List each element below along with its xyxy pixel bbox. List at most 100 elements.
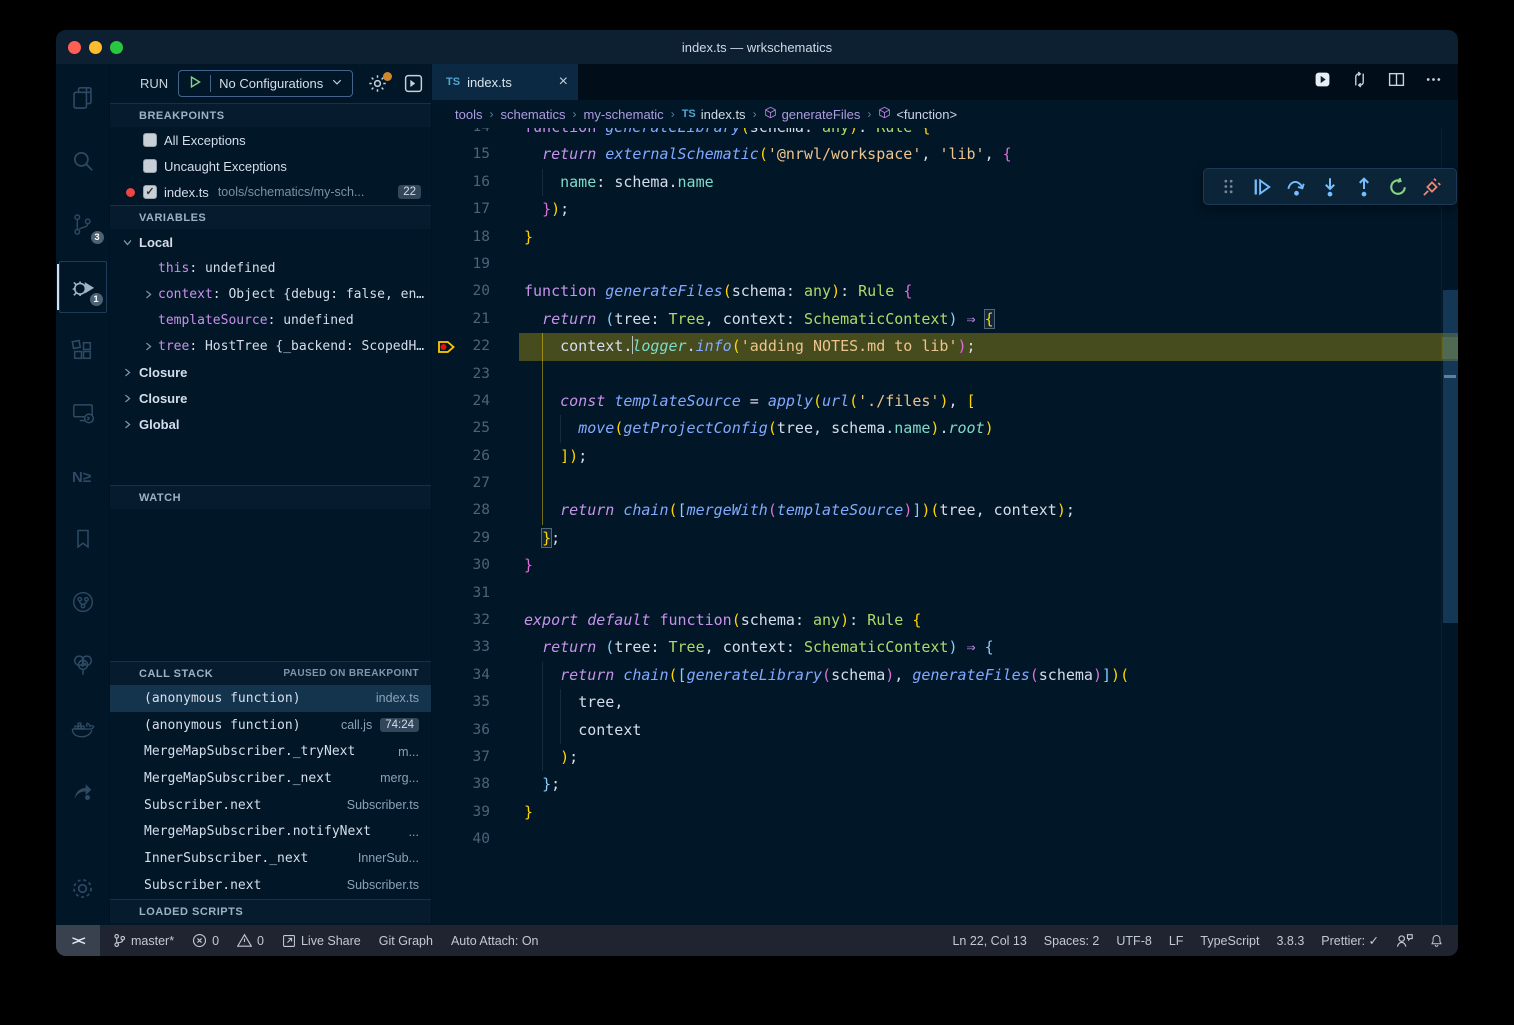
breakpoints-section-header[interactable]: BREAKPOINTS <box>110 103 431 127</box>
status-utf-8[interactable]: UTF-8 <box>1116 934 1151 948</box>
status-lf[interactable]: LF <box>1169 934 1184 948</box>
line-text[interactable] <box>524 361 1458 388</box>
restart-icon[interactable] <box>1386 174 1410 200</box>
current-breakpoint-arrow-icon[interactable] <box>432 333 462 360</box>
status-0[interactable]: 0 <box>237 933 264 948</box>
status-typescript[interactable]: TypeScript <box>1200 934 1259 948</box>
status-prettier[interactable]: Prettier: ✓ <box>1321 933 1379 948</box>
call-stack-frame[interactable]: MergeMapSubscriber.notifyNext... <box>110 818 431 845</box>
bookmarks-icon[interactable] <box>59 513 107 565</box>
call-stack-frame[interactable]: Subscriber.nextSubscriber.ts <box>110 872 431 899</box>
line-text[interactable]: return (tree: Tree, context: SchematicCo… <box>524 634 1458 661</box>
call-stack-frame[interactable]: (anonymous function)index.ts <box>110 685 431 712</box>
glyph-margin[interactable] <box>432 470 462 497</box>
line-text[interactable]: function generateFiles(schema: any): Rul… <box>524 278 1458 305</box>
call-stack-frame[interactable]: MergeMapSubscriber._nextmerg... <box>110 765 431 792</box>
line-text[interactable]: tree, <box>524 689 1458 716</box>
zoom-window-icon[interactable] <box>110 41 123 54</box>
settings-gear-icon[interactable] <box>59 862 107 914</box>
call-stack-frame[interactable]: MergeMapSubscriber._tryNextm... <box>110 738 431 765</box>
breadcrumb-item[interactable]: tools <box>455 107 482 122</box>
breakpoint-row[interactable]: ✓index.tstools/schematics/my-sch...22 <box>110 179 431 205</box>
variable-row[interactable]: templateSource: undefined <box>110 307 431 333</box>
status-feedback-icon[interactable] <box>1396 933 1413 948</box>
call-stack-frame[interactable]: (anonymous function)call.js74:24 <box>110 712 431 739</box>
live-share-icon[interactable] <box>59 765 107 817</box>
start-debugging-icon[interactable] <box>188 75 202 92</box>
line-text[interactable]: return (tree: Tree, context: SchematicCo… <box>524 306 1458 333</box>
glyph-margin[interactable] <box>432 662 462 689</box>
close-window-icon[interactable] <box>68 41 81 54</box>
status-3-8-3[interactable]: 3.8.3 <box>1276 934 1304 948</box>
titlebar[interactable]: index.ts — wrkschematics <box>56 30 1458 64</box>
glyph-margin[interactable] <box>432 744 462 771</box>
breadcrumb-item[interactable]: generateFiles <box>764 106 861 122</box>
line-text[interactable]: } <box>524 552 1458 579</box>
glyph-margin[interactable] <box>432 306 462 333</box>
line-text[interactable]: export default function(schema: any): Ru… <box>524 607 1458 634</box>
line-text[interactable]: return chain([generateLibrary(schema), g… <box>524 662 1458 689</box>
nx-console-icon[interactable]: N≥ <box>59 450 107 502</box>
status-auto-attach-on[interactable]: Auto Attach: On <box>451 934 539 948</box>
glyph-margin[interactable] <box>432 826 462 853</box>
status-git-graph[interactable]: Git Graph <box>379 934 433 948</box>
line-text[interactable] <box>524 470 1458 497</box>
variable-row[interactable]: tree: HostTree {_backend: ScopedH… <box>110 333 431 359</box>
variable-row[interactable]: this: undefined <box>110 255 431 281</box>
breadcrumb-item[interactable]: TSindex.ts <box>682 107 746 122</box>
line-text[interactable] <box>524 826 1458 853</box>
glyph-margin[interactable] <box>432 717 462 744</box>
glyph-margin[interactable] <box>432 634 462 661</box>
source-control-icon[interactable]: 3 <box>59 198 107 250</box>
status-ln-22-col-13[interactable]: Ln 22, Col 13 <box>952 934 1026 948</box>
variable-scope-row[interactable]: Closure <box>110 385 431 411</box>
status-spaces-2[interactable]: Spaces: 2 <box>1044 934 1100 948</box>
status-master[interactable]: master* <box>113 933 174 948</box>
variable-scope-row[interactable]: Global <box>110 411 431 437</box>
breadcrumb-item[interactable]: schematics <box>500 107 565 122</box>
line-text[interactable]: context.logger.info('adding NOTES.md to … <box>524 333 1458 360</box>
line-text[interactable]: return chain([mergeWith(templateSource)]… <box>524 497 1458 524</box>
editor-scrollbar[interactable] <box>1441 128 1458 925</box>
disconnect-icon[interactable] <box>1420 174 1444 200</box>
variables-section-header[interactable]: VARIABLES <box>110 205 431 229</box>
glyph-margin[interactable] <box>432 689 462 716</box>
close-tab-icon[interactable]: × <box>559 74 568 90</box>
breakpoint-row[interactable]: All Exceptions <box>110 127 431 153</box>
line-text[interactable]: ); <box>524 744 1458 771</box>
open-debug-console-icon[interactable] <box>403 73 425 95</box>
checkbox[interactable]: ✓ <box>143 185 157 199</box>
continue-icon[interactable] <box>1250 174 1274 200</box>
glyph-margin[interactable] <box>432 361 462 388</box>
glyph-margin[interactable] <box>432 141 462 168</box>
call-stack-frame[interactable]: InnerSubscriber._nextInnerSub... <box>110 845 431 872</box>
tab-index-ts[interactable]: TS index.ts × <box>432 64 578 100</box>
glyph-margin[interactable] <box>432 196 462 223</box>
glyph-margin[interactable] <box>432 580 462 607</box>
glyph-margin[interactable] <box>432 552 462 579</box>
minimize-window-icon[interactable] <box>89 41 102 54</box>
line-text[interactable]: }; <box>524 771 1458 798</box>
glyph-margin[interactable] <box>432 128 462 141</box>
glyph-margin[interactable] <box>432 388 462 415</box>
docker-icon[interactable] <box>59 702 107 754</box>
checkbox[interactable] <box>143 159 157 173</box>
glyph-margin[interactable] <box>432 607 462 634</box>
line-text[interactable]: function generateLibrary(schema: any): R… <box>524 128 1458 141</box>
watch-section-header[interactable]: WATCH <box>110 485 431 509</box>
remote-explorer-icon[interactable] <box>59 387 107 439</box>
search-icon[interactable] <box>59 135 107 187</box>
status-0[interactable]: 0 <box>192 933 219 948</box>
loaded-scripts-section-header[interactable]: LOADED SCRIPTS <box>110 899 431 923</box>
breakpoint-row[interactable]: Uncaught Exceptions <box>110 153 431 179</box>
checkbox[interactable] <box>143 133 157 147</box>
glyph-margin[interactable] <box>432 771 462 798</box>
glyph-margin[interactable] <box>432 497 462 524</box>
line-text[interactable]: context <box>524 717 1458 744</box>
explorer-icon[interactable] <box>59 72 107 124</box>
glyph-margin[interactable] <box>432 169 462 196</box>
glyph-margin[interactable] <box>432 525 462 552</box>
configure-gear-icon[interactable] <box>367 73 389 95</box>
call-stack-section-header[interactable]: CALL STACK PAUSED ON BREAKPOINT <box>110 661 431 685</box>
split-editor-icon[interactable] <box>1388 71 1405 93</box>
